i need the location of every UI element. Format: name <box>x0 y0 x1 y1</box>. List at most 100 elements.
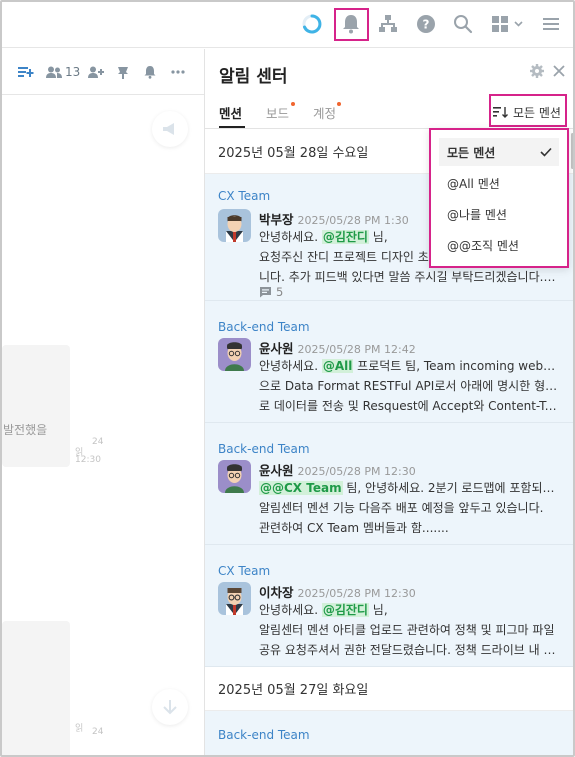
account-unread-dot <box>337 102 341 106</box>
timestamp: 2025/05/28 PM 12:30 <box>297 465 416 478</box>
panel-tabs: 멘션 보드 계정 모든 멘션 <box>205 93 573 129</box>
date-header: 2025년 05월 27일 화요일 <box>205 667 573 711</box>
mention-tag[interactable]: @김잔디 <box>321 230 369 244</box>
chat-toolbar: 13 <box>2 49 204 95</box>
author-line: 박부장 2025/05/28 PM 1:30 <box>259 209 409 228</box>
team-name: Back-end Team <box>218 728 310 742</box>
board-unread-dot <box>291 102 295 106</box>
team-name: Back-end Team <box>218 320 310 334</box>
timestamp: 2025/05/28 PM 1:30 <box>297 214 409 227</box>
panel-title: 알림 센터 <box>219 67 288 87</box>
author-name: 이차장 <box>259 585 294 600</box>
help-icon[interactable]: ? <box>412 10 440 38</box>
author-line: 윤사원 2025/05/28 PM 12:42 <box>259 338 416 357</box>
notification-item[interactable]: CX Team 이차장 2025/05/28 PM 12:30 안녕하세요. @김… <box>205 545 573 667</box>
mention-list-icon[interactable] <box>18 63 34 81</box>
message-line: 안녕하세요. @All 프로덕트 팀, Team incoming webhoo… <box>259 356 559 376</box>
team-name: Back-end Team <box>218 442 310 456</box>
message-line: 관련하여 CX Team 멤버들과 함....... <box>259 521 449 535</box>
message-line: 알림센터 멘션 기능 다음주 배포 예정을 앞두고 있습니다. <box>259 501 544 515</box>
avatar <box>218 338 251 371</box>
avatar <box>218 460 251 493</box>
app-window: ? 13 발전했을 24 읽 12:30 읽 24 알림 센터 멘션 보드 계정… <box>0 0 575 757</box>
notification-item[interactable]: Back-end Team <box>205 711 573 755</box>
text: 안녕하세요. <box>259 230 322 244</box>
message-body: @@CX Team 팀, 안녕하세요. 2분기 로드맵에 포함되어 있는 알림센… <box>259 478 559 538</box>
option-label: 모든 멘션 <box>447 145 496 160</box>
message-line: 안녕하세요. @김잔디 님, <box>259 600 559 620</box>
active-tab-underline <box>219 126 245 128</box>
avatar <box>218 582 251 615</box>
chat-message-meta: 24 <box>92 437 104 447</box>
gear-icon[interactable] <box>529 63 545 79</box>
dropdown-option-at-all[interactable]: @All 멘션 <box>439 169 559 197</box>
message-line: 으로 Data Format RESTFul API로서 아래에 명시한 형식으 <box>259 379 559 393</box>
author-name: 박부장 <box>259 212 294 227</box>
message-body: 안녕하세요. @김잔디 님, 알림센터 멘션 아티클 업로드 관련하여 정책 및… <box>259 600 559 660</box>
announcement-icon[interactable] <box>152 111 188 147</box>
avatar <box>218 209 251 242</box>
dropdown-option-all-mentions[interactable]: 모든 멘션 <box>439 138 559 166</box>
check-icon <box>540 147 552 157</box>
mention-tag[interactable]: @All <box>321 359 354 373</box>
member-count[interactable]: 13 <box>46 63 80 81</box>
message-body: 안녕하세요. @All 프로덕트 팀, Team incoming webhoo… <box>259 356 559 416</box>
pin-icon[interactable] <box>116 63 130 81</box>
mention-filter-dropdown: 모든 멘션 @All 멘션 @나를 멘션 @@조직 멘션 <box>429 128 569 268</box>
message-line: 알림센터 멘션 아티클 업로드 관련하여 정책 및 피그마 파일 <box>259 623 555 637</box>
org-chart-icon[interactable] <box>374 10 402 38</box>
message-line: 로 데이터를 전송 및 Resquest에 Accept와 Content-Ty… <box>259 399 559 413</box>
chat-pane: 13 발전했을 24 읽 12:30 읽 24 <box>2 49 204 755</box>
mention-tag[interactable]: @@CX Team <box>259 481 343 495</box>
author-name: 윤사원 <box>259 341 294 356</box>
filter-highlight <box>489 94 567 127</box>
text: 안녕하세요. <box>259 603 322 617</box>
chat-message-meta: 24 <box>92 727 104 737</box>
mention-tag[interactable]: @김잔디 <box>321 603 369 617</box>
text: 안녕하세요. <box>259 359 322 373</box>
more-options-icon[interactable] <box>171 63 185 81</box>
text: 님, <box>368 603 388 617</box>
scrollbar-thumb[interactable] <box>571 133 573 169</box>
notification-item[interactable]: Back-end Team 윤사원 2025/05/28 PM 12:42 안녕하… <box>205 301 573 423</box>
chat-message-bubble <box>2 345 70 467</box>
chat-message-time: 12:30 <box>75 455 101 465</box>
chat-message-bubble <box>2 621 70 755</box>
chat-message-snippet: 발전했을 <box>3 423 48 437</box>
bell-highlight <box>334 8 369 41</box>
hamburger-menu-icon[interactable] <box>537 10 565 38</box>
member-count-label: 13 <box>65 65 81 79</box>
dropdown-option-at-me[interactable]: @나를 멘션 <box>439 200 559 228</box>
loading-ring-icon <box>298 10 326 38</box>
close-icon[interactable] <box>551 63 567 79</box>
text: 프로덕트 팀, Team incoming webhook <box>353 359 559 373</box>
svg-text:?: ? <box>423 18 430 32</box>
tab-account[interactable]: 계정 <box>313 103 336 122</box>
apps-grid-icon[interactable] <box>488 10 528 38</box>
author-name: 윤사원 <box>259 463 294 478</box>
notification-item[interactable]: Back-end Team 윤사원 2025/05/28 PM 12:30 @@C… <box>205 423 573 545</box>
scroll-down-icon[interactable] <box>152 689 188 725</box>
message-line: 공유 요청주셔서 권한 전달드렸습니다. 정책 드라이브 내 업... <box>259 643 559 657</box>
dropdown-option-at-org[interactable]: @@조직 멘션 <box>439 231 559 259</box>
team-name: CX Team <box>218 189 271 203</box>
timestamp: 2025/05/28 PM 12:30 <box>297 587 416 600</box>
members-icon <box>46 66 62 78</box>
team-name: CX Team <box>218 564 271 578</box>
reply-count-label: 5 <box>276 285 284 299</box>
text: 님, <box>368 230 388 244</box>
tab-mention[interactable]: 멘션 <box>219 103 242 122</box>
comment-icon <box>260 287 271 298</box>
invite-member-icon[interactable] <box>88 63 104 81</box>
top-bar: ? <box>2 2 573 48</box>
tab-board[interactable]: 보드 <box>266 103 289 122</box>
message-line: @@CX Team 팀, 안녕하세요. 2분기 로드맵에 포함되어 있는 <box>259 478 559 498</box>
message-line: 니다. 추가 피드백 있다면 말씀 주시길 부탁드리겠습니다. (... <box>259 270 559 284</box>
reply-count[interactable]: 5 <box>259 285 283 299</box>
chat-read-mark: 읽 <box>75 724 84 734</box>
timestamp: 2025/05/28 PM 12:42 <box>297 343 416 356</box>
notification-settings-icon[interactable] <box>142 63 158 81</box>
search-icon[interactable] <box>449 10 477 38</box>
author-line: 이차장 2025/05/28 PM 12:30 <box>259 582 416 601</box>
author-line: 윤사원 2025/05/28 PM 12:30 <box>259 460 416 479</box>
